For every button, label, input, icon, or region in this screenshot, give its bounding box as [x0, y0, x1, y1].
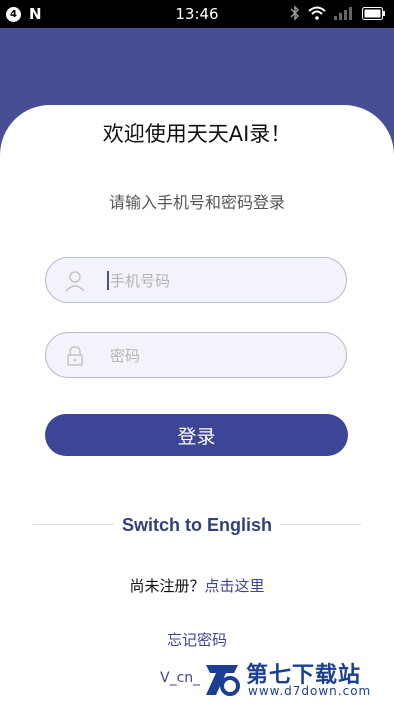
signal-icon	[334, 6, 354, 24]
phone-field[interactable]	[45, 257, 347, 304]
password-input[interactable]	[108, 333, 332, 379]
switch-language-link[interactable]: Switch to English	[113, 515, 280, 535]
bluetooth-icon	[290, 5, 300, 25]
page-title: 欢迎使用天天AI录！	[102, 122, 292, 146]
login-button[interactable]: 登录	[45, 414, 348, 456]
watermark: 第七下载站 www.d7down.com	[200, 655, 394, 700]
register-prompt: 尚未注册？	[129, 577, 205, 595]
password-field[interactable]	[45, 332, 347, 379]
register-link[interactable]: 点击这里	[205, 577, 265, 595]
battery-icon	[362, 6, 386, 24]
lock-icon	[64, 345, 86, 367]
user-icon	[64, 270, 86, 292]
status-bar: 4 N 13:46	[0, 0, 394, 28]
switch-language-row: Switch to English	[0, 515, 394, 536]
phone-input[interactable]	[108, 258, 332, 304]
watermark-logo-icon	[204, 661, 242, 701]
register-row: 尚未注册？点击这里	[0, 575, 394, 596]
version-label: V_cn_	[160, 670, 201, 686]
page-subtitle: 请输入手机号和密码登录	[108, 193, 285, 212]
wifi-icon	[308, 6, 326, 24]
watermark-url: www.d7down.com	[248, 684, 372, 698]
status-bar-right	[290, 5, 386, 25]
forgot-password-link[interactable]: 忘记密码	[0, 629, 394, 650]
